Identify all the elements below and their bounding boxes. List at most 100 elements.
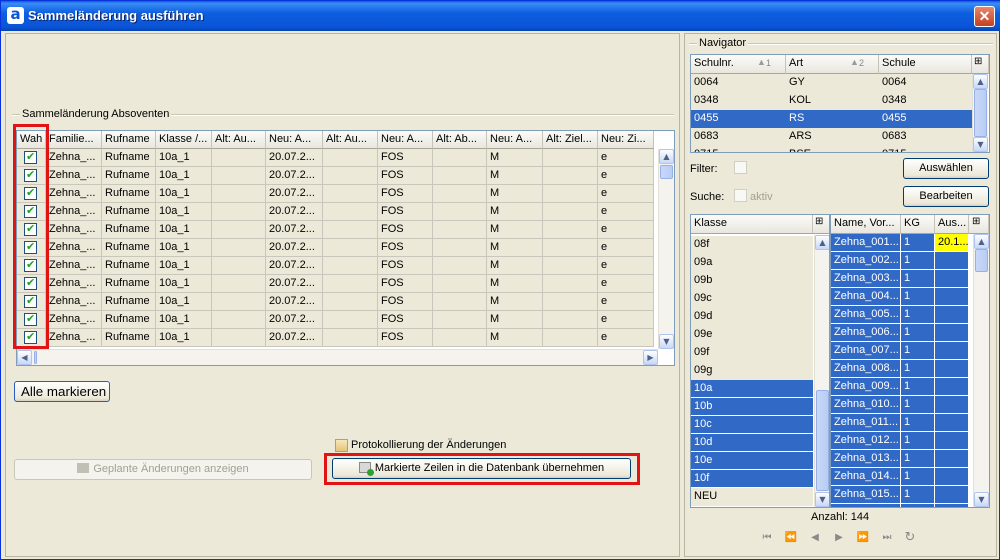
student-cell[interactable] [935,378,969,396]
column-header[interactable]: Alt: Au... [212,131,266,149]
student-cell[interactable]: 1 [901,324,935,342]
student-cell[interactable]: 1 [901,342,935,360]
class-list-item[interactable]: 10a [691,380,813,398]
navigator-cell[interactable]: 0348 [879,92,972,110]
scroll-thumb[interactable] [816,390,829,491]
column-chooser-icon[interactable]: ⊞ [969,215,989,234]
navigator-cell[interactable]: GY [786,74,879,92]
class-list-item[interactable]: 09c [691,290,813,308]
scroll-thumb[interactable] [660,165,673,179]
student-cell[interactable]: Zehna_009... [831,378,901,396]
scroll-thumb[interactable] [975,249,988,272]
student-column-header[interactable]: Aus... [935,215,969,234]
student-cell[interactable]: Zehna_005... [831,306,901,324]
select-all-button[interactable]: Alle markieren [14,381,110,402]
class-list-item[interactable]: 09b [691,272,813,290]
student-cell[interactable] [935,342,969,360]
select-button[interactable]: Auswählen [903,158,989,179]
filter-checkbox[interactable] [734,161,747,174]
column-header[interactable]: Alt: Au... [323,131,378,149]
vertical-scrollbar[interactable]: ▲ ▼ [658,149,674,349]
student-cell[interactable] [935,270,969,288]
vertical-scrollbar[interactable]: ▲ ▼ [972,74,988,152]
student-cell[interactable]: Zehna_004... [831,288,901,306]
student-cell[interactable]: 1 [901,288,935,306]
navigator-cell[interactable]: 0715 [691,146,786,152]
student-cell[interactable] [935,414,969,432]
student-cell[interactable]: Zehna_007... [831,342,901,360]
student-cell[interactable]: 1 [901,396,935,414]
student-cell[interactable]: Zehna_006... [831,324,901,342]
student-cell[interactable]: 1 [901,306,935,324]
class-list-item[interactable]: 10f [691,470,813,488]
student-cell[interactable] [935,396,969,414]
navigator-cell[interactable]: ARS [786,128,879,146]
student-cell[interactable]: 1 [901,234,935,252]
student-column-header[interactable]: Name, Vor... [831,215,901,234]
first-record-icon[interactable]: ⏮ [760,532,774,544]
class-list-item[interactable]: 09f [691,344,813,362]
student-cell[interactable]: 1 [901,450,935,468]
column-header[interactable]: Neu: Zi... [598,131,654,149]
student-cell[interactable]: 1 [901,504,935,507]
class-list-item[interactable]: 08f [691,236,813,254]
fast-forward-icon[interactable]: ⏩ [856,532,870,544]
scroll-up-icon[interactable]: ▲ [974,234,989,249]
student-cell[interactable]: 20.1... [935,234,969,252]
student-cell[interactable]: Zehna_016... [831,504,901,507]
navigator-column-header[interactable]: Schule [879,55,972,74]
last-record-icon[interactable]: ⏭ [880,532,894,544]
student-cell[interactable]: Zehna_011... [831,414,901,432]
student-cell[interactable] [935,252,969,270]
column-chooser-icon[interactable]: ⊞ [972,55,989,74]
student-cell[interactable]: Zehna_012... [831,432,901,450]
class-list-header[interactable]: Klasse [691,215,813,234]
navigator-cell[interactable]: BSE [786,146,879,152]
scroll-right-icon[interactable]: ▶ [643,350,658,365]
navigator-cell[interactable]: 0683 [691,128,786,146]
class-list-item[interactable]: 09g [691,362,813,380]
navigator-cell[interactable]: 0064 [879,74,972,92]
scroll-down-icon[interactable]: ▼ [659,334,674,349]
horizontal-scrollbar[interactable]: ◀ ▶ [17,349,658,365]
column-header[interactable]: Alt: Ab... [433,131,487,149]
vertical-scrollbar[interactable]: ▲ ▼ [973,234,989,507]
class-list-item[interactable]: 09e [691,326,813,344]
class-list-item[interactable]: 09d [691,308,813,326]
student-cell[interactable]: Zehna_010... [831,396,901,414]
navigator-cell[interactable]: 0683 [879,128,972,146]
scroll-up-icon[interactable]: ▲ [973,74,988,89]
column-header[interactable]: Familie... [46,131,102,149]
search-active-checkbox[interactable] [734,189,747,202]
student-cell[interactable]: 1 [901,378,935,396]
navigator-column-header[interactable]: Schulnr. [691,55,786,74]
navigator-cell[interactable]: 0715 [879,146,972,152]
student-column-header[interactable]: KG [901,215,935,234]
class-list-item[interactable]: 09a [691,254,813,272]
close-button[interactable]: ✕ [974,6,995,27]
class-list-item[interactable]: 10b [691,398,813,416]
student-cell[interactable] [935,288,969,306]
next-record-icon[interactable]: ▶ [832,532,846,544]
column-header[interactable]: Neu: A... [378,131,433,149]
student-cell[interactable]: 1 [901,486,935,504]
student-cell[interactable] [935,360,969,378]
class-list-item[interactable]: 10c [691,416,813,434]
student-cell[interactable]: Zehna_003... [831,270,901,288]
refresh-icon[interactable]: ↻ [903,531,917,544]
student-cell[interactable]: 1 [901,270,935,288]
scroll-up-icon[interactable]: ▲ [659,149,674,164]
student-cell[interactable] [935,306,969,324]
scroll-thumb[interactable] [974,89,987,137]
protocol-checkbox[interactable] [335,439,348,452]
class-list-item[interactable]: NEU [691,488,813,506]
navigator-column-header[interactable]: Art [786,55,879,74]
student-cell[interactable] [935,468,969,486]
navigator-cell[interactable]: 0455 [879,110,972,128]
scroll-down-icon[interactable]: ▼ [815,492,829,507]
student-cell[interactable]: 1 [901,414,935,432]
student-cell[interactable]: 1 [901,468,935,486]
scroll-up-icon[interactable]: ▲ [815,235,829,250]
column-header[interactable]: Neu: A... [266,131,323,149]
student-cell[interactable]: 1 [901,252,935,270]
